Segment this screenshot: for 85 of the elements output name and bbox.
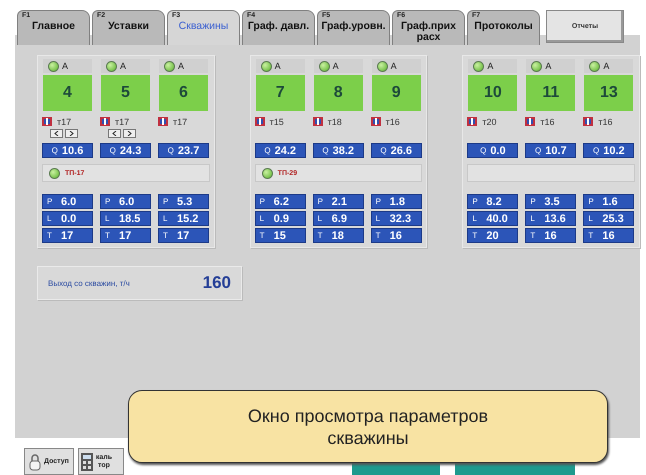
parameter-readout: P 6.0 xyxy=(100,194,151,209)
parameter-readout: T 16 xyxy=(370,228,422,243)
well-number[interactable]: 9 xyxy=(372,75,421,111)
mode-label: A xyxy=(390,61,397,71)
flow-readout: Q 0.0 xyxy=(467,143,518,158)
parameter-readout: T 16 xyxy=(583,228,634,243)
mode-label: A xyxy=(332,61,339,71)
lock-icon xyxy=(29,452,41,470)
mode-label: A xyxy=(487,61,494,71)
parameter-readout: T 15 xyxy=(254,228,306,243)
well-number[interactable]: 5 xyxy=(101,75,150,111)
well-number[interactable]: 10 xyxy=(468,75,518,111)
parameter-readout: T 20 xyxy=(467,228,518,243)
sensor-icon xyxy=(42,117,52,126)
parameter-readout: P 8.2 xyxy=(467,194,518,209)
parameter-readout: T 17 xyxy=(100,228,151,243)
well-number[interactable]: 7 xyxy=(256,75,305,111)
previous-button[interactable] xyxy=(50,129,63,138)
parameter-readout: L 0.9 xyxy=(254,211,306,226)
calculator-icon xyxy=(80,452,93,470)
parameter-readout: P 6.0 xyxy=(42,194,93,209)
flow-readout: Q 38.2 xyxy=(312,143,364,158)
flow-readout: Q 26.6 xyxy=(370,143,422,158)
output-value: 160 xyxy=(202,273,231,293)
parameter-readout: L 13.6 xyxy=(525,211,576,226)
parameter-readout: P 1.6 xyxy=(583,194,634,209)
flow-readout: Q 24.3 xyxy=(100,143,151,158)
info-tooltip: Окно просмотра параметров скважины xyxy=(128,390,608,463)
previous-button[interactable] xyxy=(108,129,121,138)
flow-readout: Q 23.7 xyxy=(158,143,209,158)
parameter-readout: L 25.3 xyxy=(583,211,634,226)
temperature-label: т17 xyxy=(115,116,130,126)
output-label: Выход со скважин, т/ч xyxy=(48,278,130,288)
sensor-icon xyxy=(158,117,168,126)
next-button[interactable] xyxy=(123,129,136,138)
parameter-readout: L 6.9 xyxy=(312,211,364,226)
parameter-readout: T 17 xyxy=(42,228,93,243)
chevron-right-icon xyxy=(69,131,74,136)
parameter-readout: L 0.0 xyxy=(42,211,93,226)
flow-readout: Q 24.2 xyxy=(254,143,306,158)
temperature-label: т17 xyxy=(57,116,72,126)
parameter-readout: P 3.5 xyxy=(525,194,576,209)
well-number[interactable]: 4 xyxy=(43,75,92,111)
parameter-readout: P 5.3 xyxy=(158,194,209,209)
sensor-icon xyxy=(467,117,478,126)
chevron-left-icon xyxy=(54,131,59,136)
parameter-readout: P 6.2 xyxy=(254,194,306,209)
chevron-right-icon xyxy=(127,131,132,136)
parameter-readout: T 16 xyxy=(525,228,576,243)
sensor-icon xyxy=(100,117,110,126)
parameter-readout: L 18.5 xyxy=(100,211,151,226)
mode-label: A xyxy=(62,61,68,71)
sensor-icon xyxy=(370,117,381,126)
well-number[interactable]: 8 xyxy=(314,75,363,111)
mode-label: A xyxy=(120,61,126,71)
mode-label: A xyxy=(545,61,552,71)
parameter-readout: L 15.2 xyxy=(158,211,209,226)
temperature-label: т17 xyxy=(173,116,188,126)
parameter-readout: L 32.3 xyxy=(370,211,422,226)
flow-readout: Q 10.7 xyxy=(525,143,576,158)
sensor-icon xyxy=(254,117,265,126)
sensor-icon xyxy=(583,117,594,126)
temperature-label: т20 xyxy=(482,116,496,126)
well-number[interactable]: 13 xyxy=(584,75,634,111)
mode-label: A xyxy=(274,61,281,71)
temperature-label: т16 xyxy=(540,116,554,126)
temperature-label: т15 xyxy=(270,116,284,126)
mode-label: A xyxy=(178,61,184,71)
temperature-label: т18 xyxy=(328,116,342,126)
temperature-label: т16 xyxy=(386,116,400,126)
well-number[interactable]: 6 xyxy=(159,75,208,111)
well-number[interactable]: 11 xyxy=(526,75,576,111)
flow-readout: Q 10.6 xyxy=(42,143,93,158)
flow-readout: Q 10.2 xyxy=(583,143,634,158)
sensor-icon xyxy=(525,117,536,126)
parameter-readout: P 2.1 xyxy=(312,194,364,209)
temperature-label: т16 xyxy=(598,116,612,126)
parameter-readout: T 18 xyxy=(312,228,364,243)
chevron-left-icon xyxy=(112,131,117,136)
mode-label: A xyxy=(603,61,610,71)
parameter-readout: T 17 xyxy=(158,228,209,243)
sensor-icon xyxy=(312,117,323,126)
parameter-readout: L 40.0 xyxy=(467,211,518,226)
parameter-readout: P 1.8 xyxy=(370,194,422,209)
next-button[interactable] xyxy=(65,129,78,138)
